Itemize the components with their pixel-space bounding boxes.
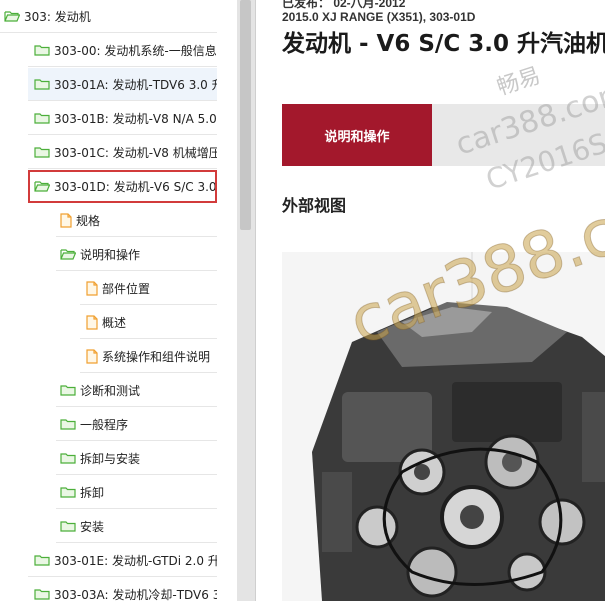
tree-item[interactable]: 说明和操作 xyxy=(56,238,217,271)
folder-icon xyxy=(34,45,50,56)
tree-item[interactable]: 诊断和测试 xyxy=(56,374,217,407)
document-icon xyxy=(86,280,98,296)
tree-item[interactable]: 概述 xyxy=(80,306,217,339)
tree-item-label: 系统操作和组件说明 xyxy=(102,349,211,364)
folder-icon xyxy=(60,453,76,464)
vehicle-reference: 2015.0 XJ RANGE (X351), 303-01D xyxy=(282,10,476,24)
tree-item[interactable]: 拆卸 xyxy=(56,476,217,509)
tree-item-label: 303-00: 发动机系统-一般信息 xyxy=(54,43,217,58)
folder-icon xyxy=(34,79,50,90)
tree-item[interactable]: 部件位置 xyxy=(80,272,217,305)
tree-item[interactable]: 303-01D: 发动机-V6 S/C 3.0 升汽油 xyxy=(28,170,217,203)
document-icon xyxy=(86,348,98,364)
tree-item-label: 303-01D: 发动机-V6 S/C 3.0 升汽油 xyxy=(54,179,217,194)
tree-item-label: 303-01E: 发动机-GTDi 2.0 升汽油 xyxy=(54,553,217,568)
folder-icon xyxy=(34,555,50,566)
tree-item[interactable]: 拆卸与安装 xyxy=(56,442,217,475)
tree-item-label: 规格 xyxy=(76,213,101,228)
engine-drawing xyxy=(282,252,605,601)
tree-item[interactable]: 303-03A: 发动机冷却-TDV6 3.0 升 xyxy=(28,578,217,601)
folder-icon xyxy=(60,419,76,430)
tree-item[interactable]: 303-01C: 发动机-V8 机械增压型 xyxy=(28,136,217,169)
tree-item-label: 303-01C: 发动机-V8 机械增压型 xyxy=(54,145,217,160)
tree-item-label: 303-03A: 发动机冷却-TDV6 3.0 升 xyxy=(54,587,217,601)
page-title: 发动机 - V6 S/C 3.0 升汽油机 xyxy=(282,31,605,57)
tree-item[interactable]: 303-01B: 发动机-V8 N/A 5.0 升汽油 xyxy=(28,102,217,135)
tree-item-label: 安装 xyxy=(80,519,105,534)
tree-item-label: 拆卸 xyxy=(80,485,105,500)
folder-open-icon xyxy=(4,11,20,22)
folder-icon xyxy=(60,521,76,532)
navigation-tree: 303: 发动机 303-00: 发动机系统-一般信息 303-01A: 发动机-T… xyxy=(0,0,237,601)
tree-item-label: 部件位置 xyxy=(102,281,151,296)
folder-icon xyxy=(34,147,50,158)
tree-item-label: 说明和操作 xyxy=(80,247,141,262)
tree-item-label: 诊断和测试 xyxy=(80,383,141,398)
tree-item[interactable]: 303-01E: 发动机-GTDi 2.0 升汽油 xyxy=(28,544,217,577)
tree-item-label: 303-01B: 发动机-V8 N/A 5.0 升汽油 xyxy=(54,111,217,126)
tree-item[interactable]: 规格 xyxy=(56,204,217,237)
tree-item-label: 303-01A: 发动机-TDV6 3.0 升柴油 xyxy=(54,77,217,92)
document-icon xyxy=(86,314,98,330)
tree-item-label: 303: 发动机 xyxy=(24,9,91,24)
tree-item[interactable]: 安装 xyxy=(56,510,217,543)
folder-icon xyxy=(34,589,50,600)
section-heading: 外部视图 xyxy=(282,196,347,215)
tree-item-label: 拆卸与安装 xyxy=(80,451,141,466)
tree-item[interactable]: 一般程序 xyxy=(56,408,217,441)
tree-scrollbar-thumb[interactable] xyxy=(240,0,251,230)
tree-item[interactable]: 系统操作和组件说明 xyxy=(80,340,217,373)
document-icon xyxy=(60,212,72,228)
tree-item[interactable]: 303: 发动机 xyxy=(0,0,217,33)
tab-description-operation[interactable]: 说明和操作 xyxy=(282,104,432,166)
tree-item[interactable]: 303-00: 发动机系统-一般信息 xyxy=(28,34,217,67)
document-pane: 已发布： 02-八月-2012 2015.0 XJ RANGE (X351), … xyxy=(256,0,605,601)
tree-item-label: 一般程序 xyxy=(80,417,129,432)
tree-item-label: 概述 xyxy=(102,315,127,330)
tree-item[interactable]: 303-01A: 发动机-TDV6 3.0 升柴油 xyxy=(28,68,217,101)
folder-open-icon xyxy=(34,181,50,192)
folder-icon xyxy=(60,385,76,396)
folder-icon xyxy=(34,113,50,124)
folder-icon xyxy=(60,487,76,498)
folder-open-icon xyxy=(60,249,76,260)
engine-illustration xyxy=(282,252,605,601)
